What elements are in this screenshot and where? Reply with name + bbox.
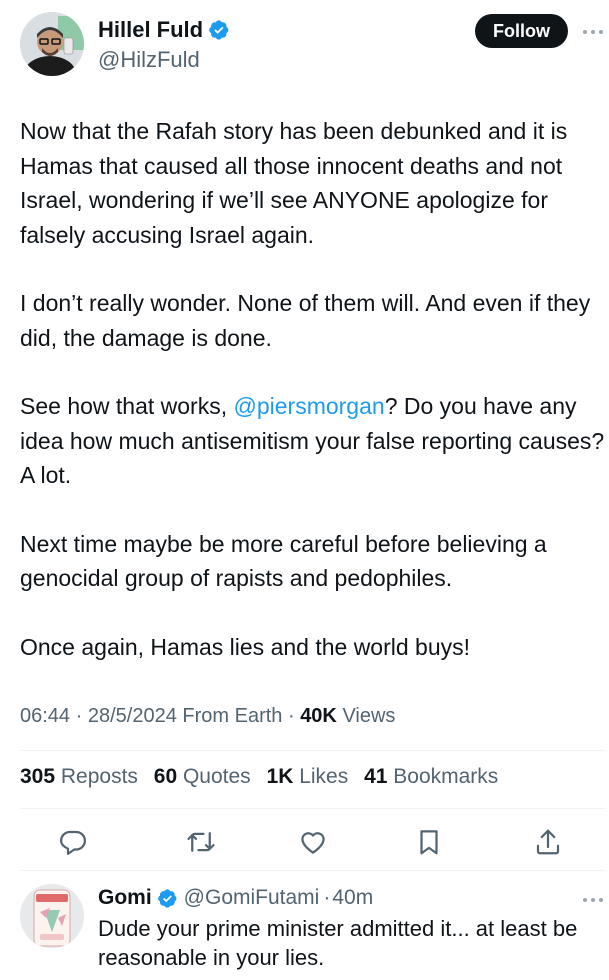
reply-icon[interactable] (58, 827, 88, 857)
tweet-paragraph: I don’t really wonder. None of them will… (20, 290, 591, 351)
author-handle[interactable]: @HilzFuld (98, 47, 200, 73)
tweet-text: Now that the Rafah story has been debunk… (20, 114, 605, 664)
tweet-paragraph: See how that works, @piersmorgan? Do you… (20, 389, 605, 493)
tweet-paragraph: Now that the Rafah story has been debunk… (20, 118, 568, 248)
bookmarks-count: 41 (364, 765, 388, 788)
reposts-stat[interactable]: 305 Reposts (20, 765, 138, 788)
repost-icon[interactable] (186, 827, 216, 857)
quotes-stat[interactable]: 60 Quotes (154, 765, 251, 788)
author-name[interactable]: Hillel Fuld (98, 17, 203, 43)
meta-separator: · (282, 705, 301, 727)
more-options-icon[interactable] (583, 30, 603, 36)
meta-separator: · (70, 705, 88, 727)
mention-link[interactable]: @piersmorgan (234, 393, 385, 419)
meta-separator: · (323, 886, 331, 909)
reply-avatar-image (20, 884, 84, 948)
tweet-paragraph: Next time maybe be more careful before b… (20, 530, 547, 592)
author-name-row: Hillel Fuld (98, 17, 230, 43)
bookmark-icon[interactable] (414, 827, 444, 857)
reply-text: Dude your prime minister admitted it... … (98, 916, 578, 970)
tweet-meta: 06:44 · 28/5/2024 From Earth · 40K Views (20, 705, 395, 728)
likes-stat[interactable]: 1K Likes (267, 765, 349, 788)
quotes-label: Quotes (177, 765, 251, 788)
tweet-text-segment: See how that works, (20, 393, 234, 419)
reply-author-handle[interactable]: @GomiFutami (184, 886, 320, 910)
verified-badge-icon (157, 888, 178, 909)
reply-author-avatar[interactable] (20, 884, 84, 948)
divider (20, 870, 605, 871)
tweet-paragraph: Once again, Hamas lies and the world buy… (20, 633, 471, 660)
tweet-date[interactable]: 28/5/2024 (88, 705, 177, 727)
divider (20, 808, 605, 809)
reposts-count: 305 (20, 765, 56, 788)
reposts-label: Reposts (55, 765, 138, 788)
share-icon[interactable] (533, 827, 563, 857)
more-options-icon[interactable] (583, 898, 603, 904)
bookmarks-label: Bookmarks (387, 765, 499, 788)
reply-time[interactable]: 40m (332, 886, 373, 910)
engagement-stats: 305 Reposts 60 Quotes 1K Likes 41 Bookma… (20, 765, 508, 789)
views-label: Views (336, 705, 396, 727)
verified-badge-icon (208, 19, 230, 41)
likes-count: 1K (266, 765, 294, 788)
quotes-count: 60 (153, 765, 178, 788)
views-count[interactable]: 40K (300, 705, 337, 727)
like-icon[interactable] (298, 827, 328, 857)
tweet-time[interactable]: 06:44 (20, 705, 70, 727)
author-avatar-image (20, 12, 84, 76)
author-avatar[interactable] (20, 12, 84, 76)
tweet-source: From Earth (176, 705, 283, 727)
reply-author-name[interactable]: Gomi (98, 886, 152, 910)
likes-label: Likes (293, 765, 349, 788)
divider (20, 750, 605, 751)
follow-button[interactable]: Follow (475, 14, 568, 48)
bookmarks-stat[interactable]: 41 Bookmarks (364, 765, 498, 788)
reply-header: Gomi @GomiFutami · 40m (98, 886, 373, 910)
